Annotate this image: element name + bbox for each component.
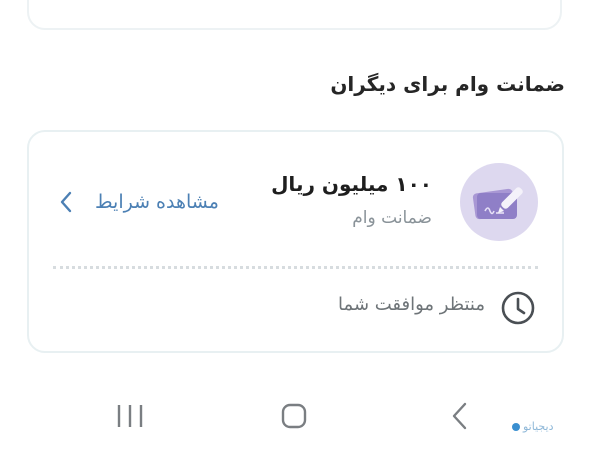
previous-card xyxy=(27,0,562,30)
clock-icon xyxy=(501,291,535,325)
back-icon[interactable] xyxy=(448,401,472,431)
watermark: دیجیاتو xyxy=(512,420,553,433)
recents-icon[interactable] xyxy=(115,402,145,430)
loan-amount: ۱۰۰ میلیون ریال xyxy=(271,172,432,196)
view-terms-link[interactable]: مشاهده شرایط xyxy=(59,184,219,220)
watermark-text: دیجیاتو xyxy=(523,420,554,433)
view-terms-label: مشاهده شرایط xyxy=(95,191,219,213)
loan-guarantee-card[interactable]: ۱۰۰ میلیون ریال ضمانت وام مشاهده شرایط م… xyxy=(27,130,564,353)
section-title: ضمانت وام برای دیگران xyxy=(330,72,565,96)
loan-type-label: ضمانت وام xyxy=(352,208,432,228)
screen: ضمانت وام برای دیگران ۱۰۰ میلیون ریال ضم… xyxy=(0,0,591,454)
dotted-divider xyxy=(53,266,538,269)
contract-pen-icon xyxy=(460,163,538,241)
home-icon[interactable] xyxy=(280,401,308,431)
status-text: منتظر موافقت شما xyxy=(338,294,485,315)
chevron-left-icon xyxy=(60,191,72,213)
system-nav-bar: دیجیاتو xyxy=(0,385,591,454)
watermark-logo-icon xyxy=(512,422,520,431)
